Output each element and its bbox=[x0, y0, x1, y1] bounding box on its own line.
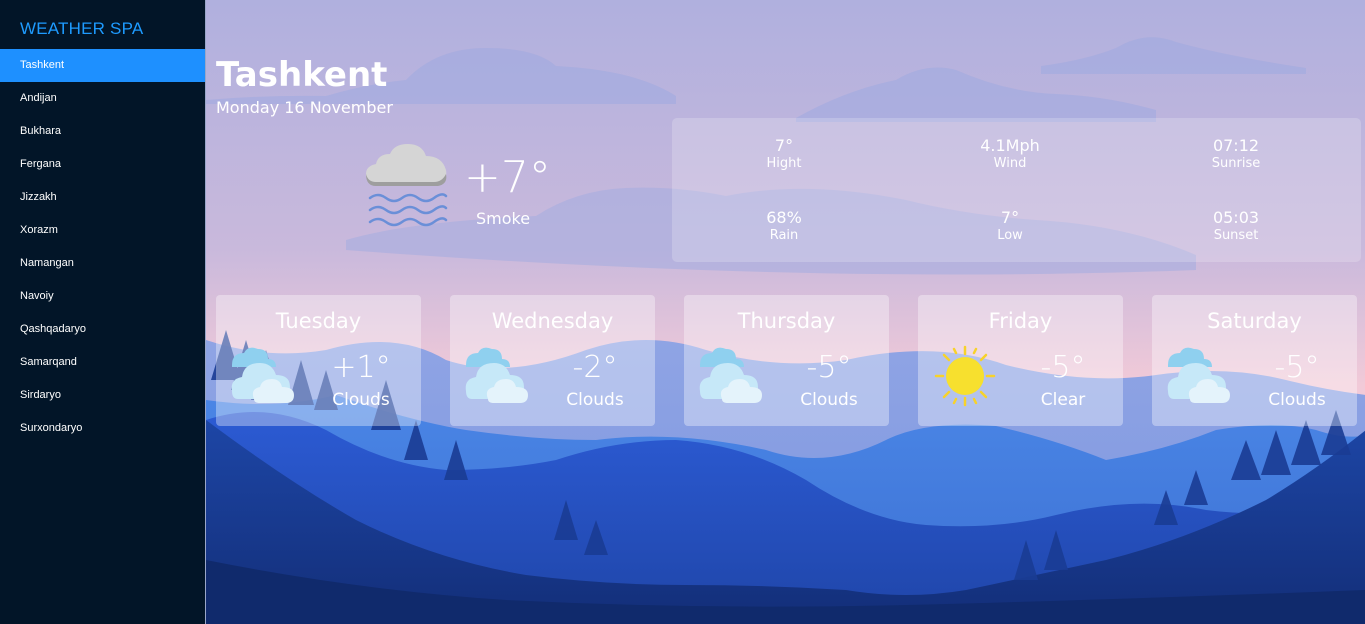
stat-sunrise-value: 07:12 bbox=[1212, 136, 1260, 155]
current-description: Smoke bbox=[476, 209, 531, 228]
clouds-icon bbox=[1167, 347, 1230, 403]
stat-sunset-label: Sunset bbox=[1213, 228, 1259, 243]
forecast-card-tuesday[interactable]: Tuesday +1° Clouds bbox=[216, 295, 421, 426]
forecast-day: Tuesday bbox=[275, 309, 362, 333]
city-list: Tashkent Andijan Bukhara Fergana Jizzakh… bbox=[0, 49, 205, 445]
forecast-description: Clear bbox=[1040, 390, 1086, 410]
sidebar-item-sirdaryo[interactable]: Sirdaryo bbox=[0, 379, 205, 412]
clouds-icon bbox=[231, 347, 294, 403]
smoke-cloud-icon bbox=[366, 144, 448, 227]
current-date: Monday 16 November bbox=[216, 98, 393, 117]
sidebar-item-surxondaryo[interactable]: Surxondaryo bbox=[0, 412, 205, 445]
sidebar-item-andijan[interactable]: Andijan bbox=[0, 82, 205, 115]
forecast-day: Saturday bbox=[1207, 309, 1302, 333]
app-brand: WEATHER SPA bbox=[20, 19, 144, 38]
forecast-temperature: -2° bbox=[572, 350, 618, 385]
clouds-icon bbox=[465, 347, 528, 403]
stat-rain-label: Rain bbox=[769, 228, 799, 243]
stat-wind-value: 4.1Mph bbox=[980, 136, 1040, 155]
city-title: Tashkent bbox=[216, 55, 388, 95]
forecast-description: Clouds bbox=[1268, 390, 1326, 410]
forecast-card-saturday[interactable]: Saturday -5° Clouds bbox=[1152, 295, 1357, 426]
forecast-card-friday[interactable]: Friday -5° Clear bbox=[918, 295, 1123, 426]
sun-icon bbox=[934, 345, 996, 407]
weather-main: Tashkent Monday 16 November +7° Smoke 7°… bbox=[205, 0, 1365, 624]
forecast-temperature: -5° bbox=[1040, 350, 1086, 385]
sidebar-item-qashqadaryo[interactable]: Qashqadaryo bbox=[0, 313, 205, 346]
stat-wind-label: Wind bbox=[993, 156, 1027, 171]
forecast-description: Clouds bbox=[800, 390, 858, 410]
clouds-icon bbox=[699, 347, 762, 403]
stat-low-value: 7° bbox=[1000, 208, 1020, 227]
forecast-card-thursday[interactable]: Thursday -5° Clouds bbox=[684, 295, 889, 426]
stat-rain-value: 68% bbox=[766, 208, 802, 227]
sidebar: WEATHER SPA Tashkent Andijan Bukhara Fer… bbox=[0, 0, 205, 624]
stat-sunset-value: 05:03 bbox=[1212, 208, 1260, 227]
sidebar-item-samarqand[interactable]: Samarqand bbox=[0, 346, 205, 379]
stat-wind: 4.1Mph Wind bbox=[910, 136, 1110, 171]
sidebar-item-fergana[interactable]: Fergana bbox=[0, 148, 205, 181]
stat-sunrise: 07:12 Sunrise bbox=[1136, 136, 1336, 171]
forecast-description: Clouds bbox=[566, 390, 624, 410]
sidebar-item-jizzakh[interactable]: Jizzakh bbox=[0, 181, 205, 214]
sidebar-item-bukhara[interactable]: Bukhara bbox=[0, 115, 205, 148]
forecast-description: Clouds bbox=[332, 390, 390, 410]
stat-high-label: Hight bbox=[766, 156, 802, 171]
forecast-temperature: -5° bbox=[1274, 350, 1320, 385]
sidebar-item-tashkent[interactable]: Tashkent bbox=[0, 49, 205, 82]
stat-high-value: 7° bbox=[774, 136, 794, 155]
forecast-day: Friday bbox=[988, 309, 1053, 333]
stat-high: 7° Hight bbox=[684, 136, 884, 171]
stat-low-label: Low bbox=[997, 228, 1023, 243]
sidebar-item-navoiy[interactable]: Navoiy bbox=[0, 280, 205, 313]
stat-rain: 68% Rain bbox=[684, 208, 884, 243]
stats-panel: 7° Hight 4.1Mph Wind 07:12 Sunrise 68% R… bbox=[672, 118, 1361, 262]
forecast-day: Wednesday bbox=[491, 309, 614, 333]
forecast-temperature: +1° bbox=[331, 350, 391, 385]
forecast-temperature: -5° bbox=[806, 350, 852, 385]
current-temperature: +7° bbox=[464, 152, 551, 203]
sidebar-item-namangan[interactable]: Namangan bbox=[0, 247, 205, 280]
forecast-card-wednesday[interactable]: Wednesday -2° Clouds bbox=[450, 295, 655, 426]
sidebar-item-xorazm[interactable]: Xorazm bbox=[0, 214, 205, 247]
stat-sunrise-label: Sunrise bbox=[1211, 156, 1261, 171]
stat-low: 7° Low bbox=[910, 208, 1110, 243]
forecast-day: Thursday bbox=[737, 309, 836, 333]
stat-sunset: 05:03 Sunset bbox=[1136, 208, 1336, 243]
